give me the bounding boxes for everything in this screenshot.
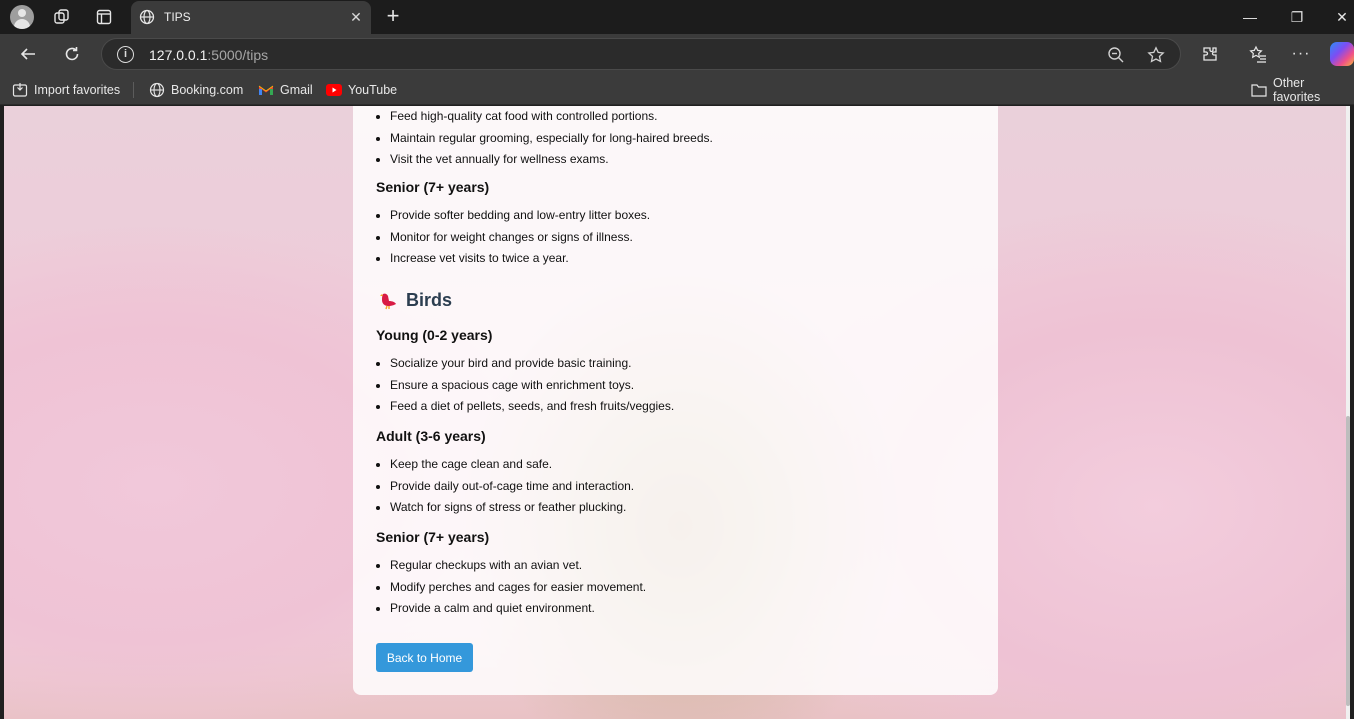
workspaces-icon[interactable]: [50, 5, 74, 29]
other-favorites[interactable]: Other favorites: [1251, 76, 1354, 104]
gmail-icon: [258, 82, 274, 98]
youtube-icon: [326, 82, 342, 98]
list-item: Provide a calm and quiet environment.: [390, 598, 646, 620]
favorites-divider: [133, 82, 134, 98]
list-item: Provide softer bedding and low-entry lit…: [390, 205, 650, 227]
globe-icon: [149, 82, 165, 98]
list-item: Provide daily out-of-cage time and inter…: [390, 476, 634, 498]
extensions-icon[interactable]: [1198, 42, 1222, 66]
refresh-icon[interactable]: [60, 42, 84, 66]
toolbar: i 127.0.0.1:5000/tips ···: [0, 34, 1354, 74]
bird-icon: [380, 293, 396, 309]
list-item: Monitor for weight changes or signs of i…: [390, 227, 650, 249]
restore-icon[interactable]: ❐: [1285, 6, 1309, 28]
tips-card: Feed high-quality cat food with controll…: [353, 106, 998, 695]
minimize-icon[interactable]: —: [1238, 6, 1262, 28]
cats-senior-list: Provide softer bedding and low-entry lit…: [353, 205, 650, 270]
favorite-booking[interactable]: Booking.com: [149, 81, 243, 99]
url-text[interactable]: 127.0.0.1:5000/tips: [149, 47, 268, 63]
favorite-import[interactable]: Import favorites: [12, 81, 120, 99]
favorites-list-icon[interactable]: [1246, 42, 1270, 66]
birds-senior-heading: Senior (7+ years): [376, 529, 490, 545]
birds-heading: Birds: [378, 290, 452, 311]
zoom-out-icon[interactable]: [1106, 45, 1126, 65]
globe-icon: [139, 9, 155, 25]
close-tab-icon[interactable]: ✕: [347, 8, 365, 26]
favorite-gmail[interactable]: Gmail: [258, 81, 313, 99]
list-item: Watch for signs of stress or feather plu…: [390, 497, 634, 519]
birds-young-heading: Young (0-2 years): [376, 327, 493, 343]
vertical-tabs-icon[interactable]: [92, 5, 116, 29]
more-menu-icon[interactable]: ···: [1289, 42, 1313, 66]
site-info-icon[interactable]: i: [117, 46, 134, 63]
new-tab-icon[interactable]: +: [382, 5, 404, 27]
list-item: Socialize your bird and provide basic tr…: [390, 353, 674, 375]
scrollbar-thumb[interactable]: [1346, 416, 1350, 706]
import-icon: [12, 82, 28, 98]
copilot-icon[interactable]: [1330, 42, 1354, 66]
folder-icon: [1251, 82, 1267, 98]
list-item: Regular checkups with an avian vet.: [390, 555, 646, 577]
favorite-youtube[interactable]: YouTube: [326, 81, 397, 99]
birds-senior-list: Regular checkups with an avian vet. Modi…: [353, 555, 646, 620]
close-window-icon[interactable]: ✕: [1330, 6, 1354, 28]
birds-title: Birds: [406, 290, 453, 310]
list-item: Maintain regular grooming, especially fo…: [390, 128, 713, 150]
list-item: Keep the cage clean and safe.: [390, 454, 634, 476]
active-tab[interactable]: TIPS ✕: [131, 1, 371, 34]
birds-adult-heading: Adult (3-6 years): [376, 428, 486, 444]
list-item: Feed high-quality cat food with controll…: [390, 106, 713, 128]
list-item: Modify perches and cages for easier move…: [390, 577, 646, 599]
address-bar[interactable]: i 127.0.0.1:5000/tips: [101, 38, 1181, 70]
page-scrollbar[interactable]: [1346, 106, 1350, 719]
list-item: Ensure a spacious cage with enrichment t…: [390, 375, 674, 397]
birds-adult-list: Keep the cage clean and safe. Provide da…: [353, 454, 634, 519]
back-to-home-button[interactable]: Back to Home: [376, 643, 473, 672]
birds-young-list: Socialize your bird and provide basic tr…: [353, 353, 674, 418]
back-arrow-icon[interactable]: [16, 42, 40, 66]
profile-avatar[interactable]: [10, 5, 34, 29]
list-item: Visit the vet annually for wellness exam…: [390, 149, 713, 171]
favorites-bar: Import favorites Booking.com Gmail YouTu…: [0, 74, 1354, 105]
list-item: Increase vet visits to twice a year.: [390, 248, 650, 270]
favorite-star-icon[interactable]: [1146, 45, 1166, 65]
tab-bar: TIPS ✕ + — ❐ ✕: [0, 0, 1354, 34]
list-item: Feed a diet of pellets, seeds, and fresh…: [390, 396, 674, 418]
page-viewport: Feed high-quality cat food with controll…: [4, 106, 1350, 719]
cats-senior-heading: Senior (7+ years): [376, 179, 490, 195]
tab-title: TIPS: [164, 10, 191, 24]
cats-adult-list: Feed high-quality cat food with controll…: [353, 106, 713, 171]
